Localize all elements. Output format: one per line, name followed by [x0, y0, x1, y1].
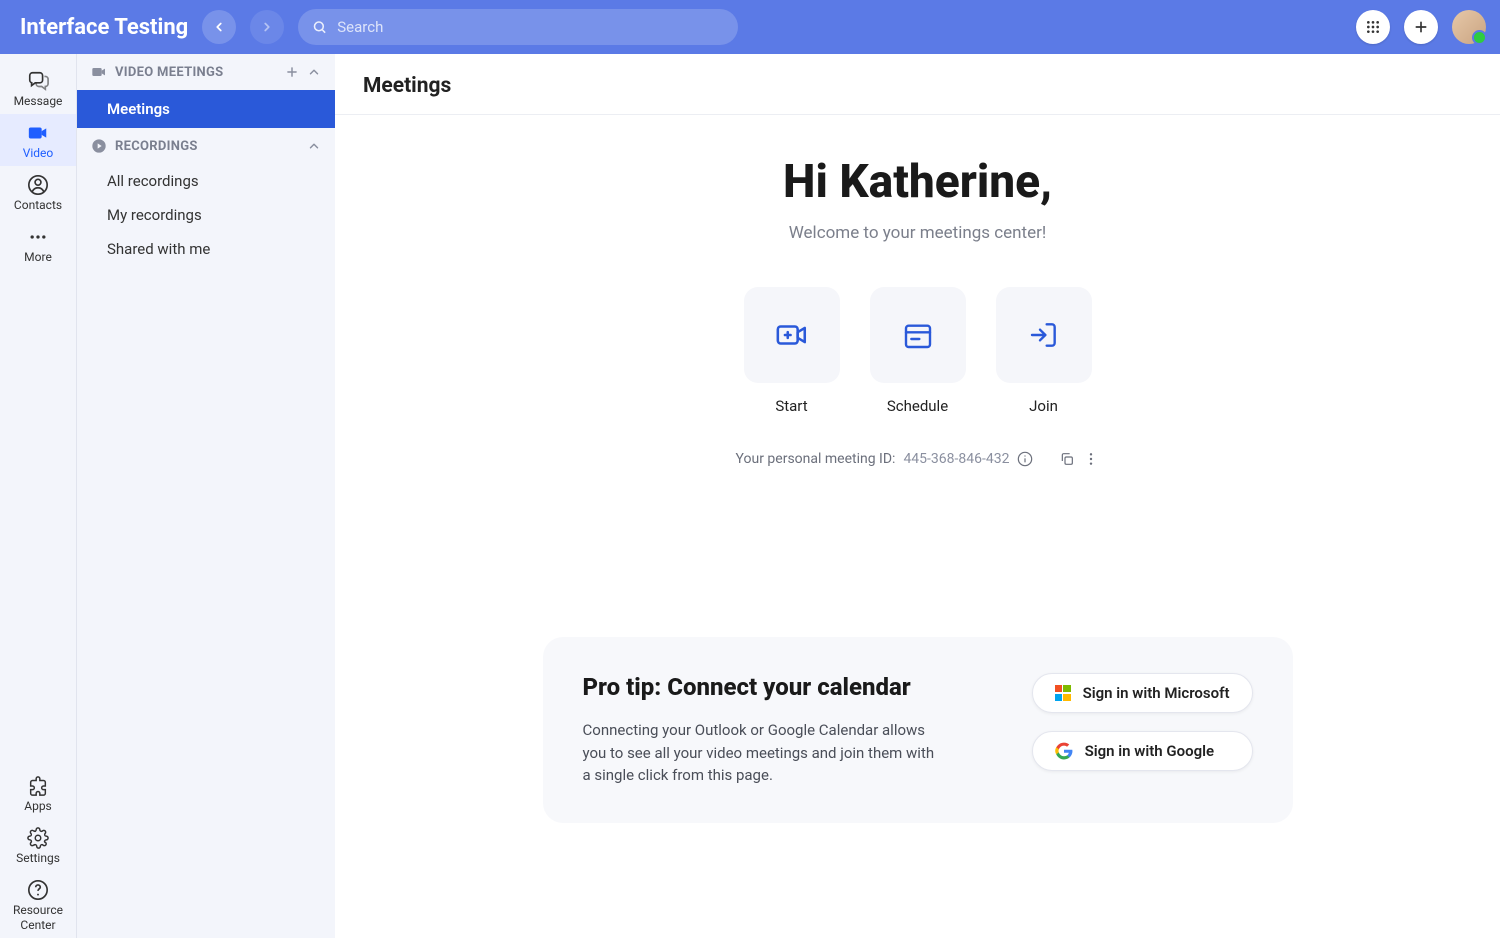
dialpad-icon [1365, 19, 1381, 35]
sso-button-label: Sign in with Microsoft [1083, 684, 1230, 702]
rail-item-resource-center[interactable]: Resource Center [0, 871, 76, 938]
sign-in-microsoft-button[interactable]: Sign in with Microsoft [1032, 673, 1253, 713]
more-vertical-icon [1083, 451, 1099, 467]
protip-body: Connecting your Outlook or Google Calend… [583, 719, 943, 787]
sidebar-item-my-recordings[interactable]: My recordings [77, 198, 335, 232]
rail-item-apps[interactable]: Apps [0, 767, 76, 819]
left-rail: Message Video Contacts More Apps [0, 54, 77, 938]
rail-item-label: Contacts [14, 198, 62, 212]
main-panel: Meetings Hi Katherine, Welcome to your m… [335, 54, 1500, 938]
pmi-row: Your personal meeting ID: 445-368-846-43… [736, 451, 1100, 467]
greeting: Hi Katherine, [783, 155, 1052, 209]
action-start[interactable]: Start [744, 287, 840, 415]
more-icon [27, 226, 49, 248]
page-title: Meetings [363, 74, 1472, 98]
microsoft-logo-icon [1055, 685, 1071, 701]
sso-button-label: Sign in with Google [1085, 742, 1215, 760]
sidebar-item-all-recordings[interactable]: All recordings [77, 164, 335, 198]
sidebar: VIDEO MEETINGS Meetings RECORDINGS All r… [77, 54, 335, 938]
new-button[interactable] [1404, 10, 1438, 44]
action-label: Schedule [887, 397, 948, 415]
sidebar-section-label: RECORDINGS [115, 139, 198, 154]
pmi-copy-button[interactable] [1059, 451, 1075, 467]
video-icon [27, 122, 49, 144]
search-box[interactable] [298, 9, 738, 45]
action-schedule[interactable]: Schedule [870, 287, 966, 415]
rail-item-label: More [24, 250, 52, 264]
sidebar-item-label: Shared with me [107, 240, 210, 258]
content: Hi Katherine, Welcome to your meetings c… [335, 115, 1500, 938]
sidebar-item-label: All recordings [107, 172, 199, 190]
plus-icon[interactable] [285, 65, 299, 79]
search-input[interactable] [337, 18, 724, 36]
sidebar-section-label: VIDEO MEETINGS [115, 65, 223, 80]
help-circle-icon [27, 879, 49, 901]
pmi-label: Your personal meeting ID: [736, 451, 896, 467]
sidebar-item-label: Meetings [107, 100, 170, 118]
topbar: Interface Testing [0, 0, 1500, 54]
play-circle-icon [91, 138, 107, 154]
avatar[interactable] [1452, 10, 1486, 44]
action-join[interactable]: Join [996, 287, 1092, 415]
dialpad-button[interactable] [1356, 10, 1390, 44]
plus-icon [1413, 19, 1429, 35]
video-icon [91, 64, 107, 80]
user-circle-icon [27, 174, 49, 196]
rail-item-settings[interactable]: Settings [0, 819, 76, 871]
rail-item-video[interactable]: Video [0, 114, 76, 166]
rail-item-label: Video [23, 146, 54, 160]
pmi-more-button[interactable] [1083, 451, 1099, 467]
chevron-up-icon[interactable] [307, 65, 321, 79]
protip-panel: Pro tip: Connect your calendar Connectin… [543, 637, 1293, 823]
copy-icon [1059, 451, 1075, 467]
action-label: Join [1029, 397, 1058, 415]
gear-icon [27, 827, 49, 849]
info-icon [1017, 451, 1033, 467]
action-label: Start [775, 397, 807, 415]
chevron-left-icon [212, 20, 226, 34]
rail-item-label: Message [14, 94, 63, 108]
pmi-info-button[interactable] [1017, 451, 1033, 467]
sign-in-google-button[interactable]: Sign in with Google [1032, 731, 1253, 771]
chevron-right-icon [260, 20, 274, 34]
sidebar-item-shared-with-me[interactable]: Shared with me [77, 232, 335, 266]
rail-item-contacts[interactable]: Contacts [0, 166, 76, 218]
actions-row: Start Schedule Join [744, 287, 1092, 415]
search-icon [312, 19, 327, 35]
chat-icon [27, 70, 49, 92]
sidebar-item-label: My recordings [107, 206, 202, 224]
nav-forward-button[interactable] [250, 10, 284, 44]
subgreeting: Welcome to your meetings center! [789, 223, 1047, 243]
sidebar-section-video-meetings[interactable]: VIDEO MEETINGS [77, 54, 335, 90]
calendar-icon [902, 319, 934, 351]
pmi-value: 445-368-846-432 [903, 451, 1009, 467]
nav-back-button[interactable] [202, 10, 236, 44]
chevron-up-icon[interactable] [307, 139, 321, 153]
rail-item-label: Resource Center [0, 903, 76, 932]
main-header: Meetings [335, 54, 1500, 115]
puzzle-icon [27, 775, 49, 797]
rail-item-more[interactable]: More [0, 218, 76, 270]
google-logo-icon [1055, 742, 1073, 760]
rail-item-label: Apps [24, 799, 52, 813]
sidebar-item-meetings[interactable]: Meetings [77, 90, 335, 128]
join-icon [1028, 319, 1060, 351]
rail-item-message[interactable]: Message [0, 62, 76, 114]
app-title: Interface Testing [20, 15, 188, 40]
rail-item-label: Settings [16, 851, 60, 865]
start-meeting-icon [775, 318, 809, 352]
sidebar-section-recordings[interactable]: RECORDINGS [77, 128, 335, 164]
protip-heading: Pro tip: Connect your calendar [583, 673, 992, 701]
